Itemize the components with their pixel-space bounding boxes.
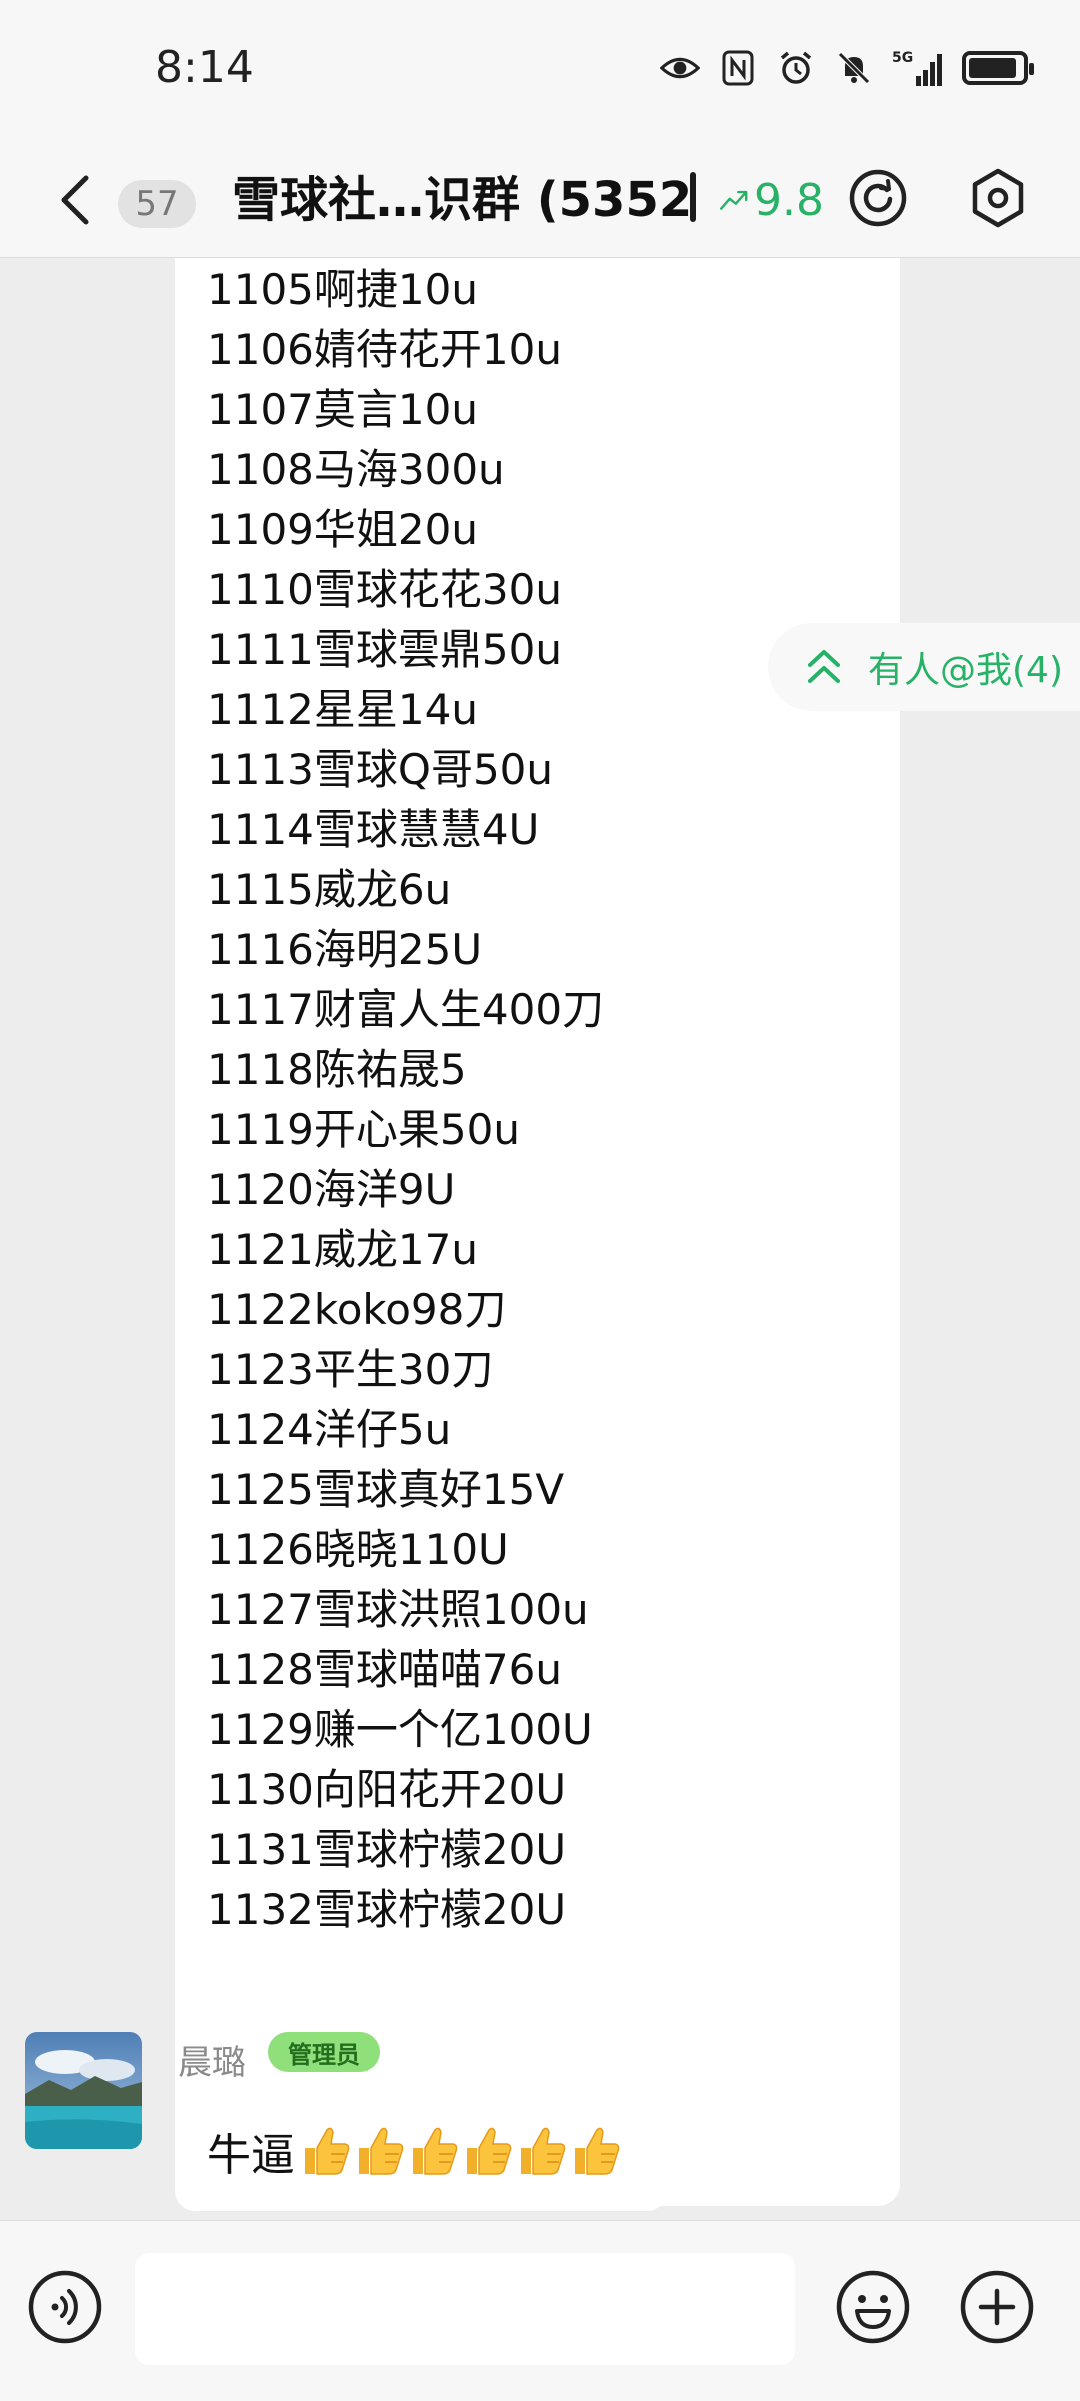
thumbs-up-icon	[571, 2124, 621, 2178]
message-line: 1120海洋9U	[207, 1165, 456, 1214]
trend-value: 9.8	[754, 174, 824, 226]
message-line: 1116海明25U	[207, 925, 483, 974]
message-line: 1111雪球雲鼎50u	[207, 625, 562, 674]
trend-up-icon	[720, 190, 748, 210]
signal-icon: 5G	[892, 48, 944, 88]
chat-title[interactable]: 雪球社…识群 (5352)	[232, 150, 694, 250]
sender-name[interactable]: 晨璐	[178, 2035, 246, 2084]
message-line: 1128雪球喵喵76u	[207, 1645, 562, 1694]
input-bar	[0, 2220, 1080, 2401]
message-line: 1123平生30刀	[207, 1345, 494, 1394]
message-bubble[interactable]: 牛逼	[175, 2091, 667, 2211]
message-line: 1132雪球柠檬20U	[207, 1885, 567, 1934]
back-button[interactable]	[45, 160, 105, 240]
avatar-landscape-image	[25, 2032, 142, 2149]
refresh-button[interactable]	[838, 158, 918, 238]
nfc-icon	[718, 48, 758, 88]
thumbs-up-icon	[355, 2124, 405, 2178]
message-line: 1114雪球慧慧4U	[207, 805, 540, 854]
message-line: 1119开心果50u	[207, 1105, 520, 1154]
mention-notice-button[interactable]: 有人@我(4)	[768, 623, 1080, 711]
unread-count-badge[interactable]: 57	[118, 180, 196, 228]
plus-icon	[960, 2270, 1034, 2344]
status-bar: 8:14 5G	[0, 0, 1080, 140]
chat-header: 57 雪球社…识群 (5352) 9.8	[0, 140, 1080, 258]
message-line: 1107莫言10u	[207, 385, 478, 434]
message-line: 1113雪球Q哥50u	[207, 745, 554, 794]
more-button[interactable]	[957, 2267, 1037, 2347]
mute-icon	[834, 48, 874, 88]
settings-icon	[972, 168, 1024, 228]
message-text: 牛逼	[207, 2130, 295, 2181]
emoji-button[interactable]	[833, 2267, 913, 2347]
message-line: 1129赚一个亿100U	[207, 1705, 593, 1754]
message-line: 1115威龙6u	[207, 865, 452, 914]
thumbs-up-emoji-group	[301, 2124, 621, 2178]
message-line: 1122koko98刀	[207, 1285, 507, 1334]
trend-widget[interactable]: 9.8	[720, 170, 824, 230]
message-line: 1124洋仔5u	[207, 1405, 452, 1454]
message-line: 1118陈祐晟5	[207, 1045, 467, 1094]
alarm-icon	[776, 48, 816, 88]
settings-button[interactable]	[958, 158, 1038, 238]
message-input[interactable]	[135, 2253, 795, 2365]
message-line: 1126晓晓110U	[207, 1525, 509, 1574]
message-lines: 1105啊捷10u 1106婧待花开10u 1107莫言10u 1108马海300u 1…	[207, 260, 604, 1940]
thumbs-up-icon	[517, 2124, 567, 2178]
back-icon	[61, 175, 89, 225]
message-line: 1127雪球洪照100u	[207, 1585, 589, 1634]
message-line: 1117财富人生400刀	[207, 985, 605, 1034]
message-list[interactable]: 1105啊捷10u 1106婧待花开10u 1107莫言10u 1108马海300u 1…	[0, 258, 1080, 2220]
message-line: 1108马海300u	[207, 445, 505, 494]
message-line: 1130向阳花开20U	[207, 1765, 567, 1814]
message-line: 1131雪球柠檬20U	[207, 1825, 567, 1874]
title-divider	[690, 172, 696, 222]
voice-icon	[28, 2270, 102, 2344]
message-line: 1125雪球真好15V	[207, 1465, 565, 1514]
message-line: 1112星星14u	[207, 685, 478, 734]
double-chevron-up-icon	[808, 650, 840, 683]
message-line: 1121威龙17u	[207, 1225, 478, 1274]
thumbs-up-icon	[301, 2124, 351, 2178]
avatar[interactable]	[25, 2032, 142, 2149]
emoji-icon	[836, 2270, 910, 2344]
message-line: 1105啊捷10u	[207, 265, 478, 314]
message-line: 1110雪球花花30u	[207, 565, 562, 614]
thumbs-up-icon	[409, 2124, 459, 2178]
message-bubble-list[interactable]: 1105啊捷10u 1106婧待花开10u 1107莫言10u 1108马海300u 1…	[175, 258, 900, 2206]
thumbs-up-icon	[463, 2124, 513, 2178]
eye-icon	[660, 48, 700, 88]
battery-icon	[962, 51, 1034, 85]
refresh-icon	[849, 169, 907, 227]
message-line: 1106婧待花开10u	[207, 325, 562, 374]
message-line: 1109华姐20u	[207, 505, 478, 554]
battery-fill	[969, 58, 1016, 78]
status-icons: 5G	[660, 48, 1034, 88]
voice-button[interactable]	[25, 2267, 105, 2347]
svg-text:5G: 5G	[892, 50, 913, 66]
status-time: 8:14	[155, 42, 254, 93]
role-badge: 管理员	[268, 2032, 380, 2072]
mention-label: 有人@我(4)	[868, 650, 1063, 691]
